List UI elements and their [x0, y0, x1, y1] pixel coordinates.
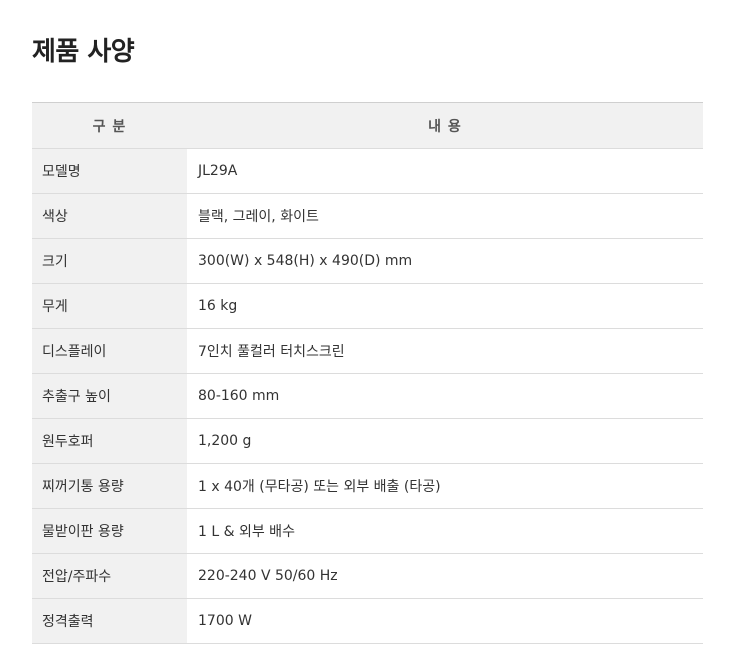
- header-category: 구 분: [32, 102, 187, 149]
- row-value: 16 kg: [187, 283, 703, 329]
- row-label: 원두호퍼: [32, 418, 187, 464]
- table-row: 원두호퍼 1,200 g: [32, 418, 703, 464]
- row-value: 220-240 V 50/60 Hz: [187, 553, 703, 599]
- row-value: 1700 W: [187, 598, 703, 644]
- table-row: 정격출력 1700 W: [32, 598, 703, 644]
- row-label: 색상: [32, 193, 187, 239]
- page-title: 제품 사양: [32, 37, 135, 67]
- row-value: 1 x 40개 (무타공) 또는 외부 배출 (타공): [187, 463, 703, 509]
- row-label: 전압/주파수: [32, 553, 187, 599]
- row-value: 1 L & 외부 배수: [187, 508, 703, 554]
- table-row: 찌꺼기통 용량 1 x 40개 (무타공) 또는 외부 배출 (타공): [32, 463, 703, 509]
- table-row: 물받이판 용량 1 L & 외부 배수: [32, 508, 703, 554]
- table-row: 색상 블랙, 그레이, 화이트: [32, 193, 703, 239]
- row-value: 7인치 풀컬러 터치스크린: [187, 328, 703, 374]
- row-value: 80-160 mm: [187, 373, 703, 419]
- row-value: 1,200 g: [187, 418, 703, 464]
- row-label: 물받이판 용량: [32, 508, 187, 554]
- row-label: 무게: [32, 283, 187, 329]
- table-row: 디스플레이 7인치 풀컬러 터치스크린: [32, 328, 703, 374]
- table-row: 전압/주파수 220-240 V 50/60 Hz: [32, 553, 703, 599]
- row-value: 블랙, 그레이, 화이트: [187, 193, 703, 239]
- row-label: 모델명: [32, 148, 187, 194]
- row-label: 디스플레이: [32, 328, 187, 374]
- table-row: 모델명 JL29A: [32, 148, 703, 194]
- row-label: 크기: [32, 238, 187, 284]
- spec-table: 구 분 내 용 모델명 JL29A 색상 블랙, 그레이, 화이트 크기 300…: [32, 102, 703, 644]
- row-value: 300(W) x 548(H) x 490(D) mm: [187, 238, 703, 284]
- row-label: 정격출력: [32, 598, 187, 644]
- row-label: 찌꺼기통 용량: [32, 463, 187, 509]
- table-header-row: 구 분 내 용: [32, 102, 703, 149]
- table-row: 무게 16 kg: [32, 283, 703, 329]
- row-label: 추출구 높이: [32, 373, 187, 419]
- header-content: 내 용: [187, 102, 703, 149]
- table-row: 추출구 높이 80-160 mm: [32, 373, 703, 419]
- table-row: 크기 300(W) x 548(H) x 490(D) mm: [32, 238, 703, 284]
- row-value: JL29A: [187, 148, 703, 194]
